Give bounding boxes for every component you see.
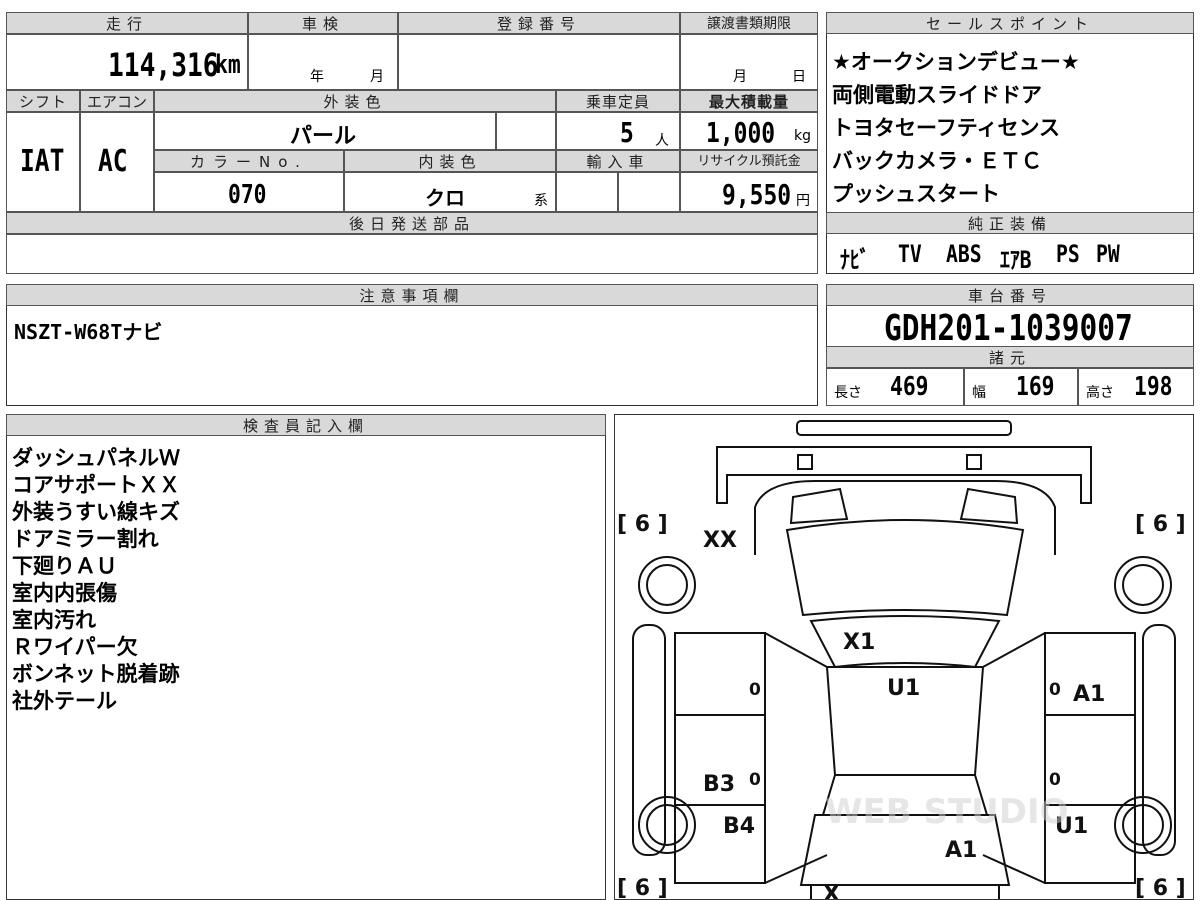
equipment-item: PW xyxy=(1096,240,1120,268)
max-load-unit: kg xyxy=(794,128,811,144)
tire-rl-label: [ 6 ] xyxy=(617,876,668,900)
mileage-unit: km xyxy=(215,50,241,80)
inspector-header: 検査員記入欄 xyxy=(6,414,606,436)
inspector-line: ドアミラー割れ xyxy=(12,527,159,551)
vehicle-diagram: [ 6 ] [ 6 ] [ 6 ] [ 6 ] XX X1 U1 A1 B3 B… xyxy=(617,420,1186,900)
mileage-header: 走行 xyxy=(6,12,248,34)
chassis-number: GDH201-1039007 xyxy=(884,308,1133,349)
interior-color-header: 内装色 xyxy=(344,150,556,172)
exterior-color-extra-cell xyxy=(496,112,556,150)
hood-mark: X1 xyxy=(843,630,875,655)
max-load-value: 1,000 xyxy=(706,116,776,149)
sales-point-line: 両側電動スライドドア xyxy=(832,83,1042,107)
shift-value: IAT xyxy=(20,144,65,179)
import-header: 輸入車 xyxy=(556,150,680,172)
later-parts-cell xyxy=(6,234,818,274)
chassis-header: 車台番号 xyxy=(826,284,1194,306)
transfer-month-unit: 月 xyxy=(733,69,747,85)
exterior-color-header: 外装色 xyxy=(154,90,556,112)
sales-points-list: ★オークションデビュー★ 両側電動スライドドア トヨタセーフティセンス バックカ… xyxy=(826,36,1194,212)
color-no-header: カラーNo. xyxy=(154,150,344,172)
sales-point-line: バックカメラ・ＥＴＣ xyxy=(832,149,1042,173)
sales-point-line: トヨタセーフティセンス xyxy=(832,116,1061,140)
specs-header: 諸元 xyxy=(826,346,1194,368)
tire-fl-label: [ 6 ] xyxy=(617,512,668,537)
right-front-door-mark: A1 xyxy=(1073,682,1105,707)
sales-point-line: プッシュスタート xyxy=(832,182,1000,206)
ac-value: AC xyxy=(98,144,128,179)
vehicle-diagram-panel: [ 6 ] [ 6 ] [ 6 ] [ 6 ] XX X1 U1 A1 B3 B… xyxy=(614,414,1194,900)
rear-mark: A1 xyxy=(945,838,977,863)
transfer-header: 譲渡書類期限 xyxy=(680,12,818,34)
diagram-labels: [ 6 ] [ 6 ] [ 6 ] [ 6 ] XX X1 U1 A1 B3 B… xyxy=(617,512,1186,900)
exterior-color-value: パール xyxy=(290,124,357,149)
tire-rr-label: [ 6 ] xyxy=(1135,876,1186,900)
shift-header: シフト xyxy=(6,90,80,112)
zero-mark: 0 xyxy=(1049,680,1061,700)
equipment-item: TV xyxy=(898,240,922,268)
equipment-item: ﾅﾋﾞ xyxy=(840,246,870,274)
registration-header: 登録番号 xyxy=(398,12,680,34)
later-parts-header: 後日発送部品 xyxy=(6,212,818,234)
capacity-header: 乗車定員 xyxy=(556,90,680,112)
equipment-item: PS xyxy=(1056,240,1080,268)
equipment-item: ｴｱB xyxy=(1000,246,1032,274)
watermark: WEB STUDIO xyxy=(825,792,1069,832)
tire-fr-label: [ 6 ] xyxy=(1135,512,1186,537)
inspector-line: ボンネット脱着跡 xyxy=(12,662,180,686)
notes-header: 注意事項欄 xyxy=(6,284,818,306)
sales-points-header: セールスポイント xyxy=(826,12,1194,34)
inspector-line: Ｒワイパー欠 xyxy=(12,635,138,659)
recycle-header: リサイクル預託金 xyxy=(680,150,818,172)
inspector-line: コアサポートＸＸ xyxy=(12,473,180,497)
inspector-list: ダッシュパネルＷ コアサポートＸＸ 外装うすい線キズ ドアミラー割れ 下廻りＡＵ… xyxy=(0,440,600,720)
zero-mark: 0 xyxy=(749,770,761,790)
front-left-mark: XX xyxy=(703,528,737,553)
left-rear-quarter-mark: B4 xyxy=(723,814,755,839)
interior-color-suffix: 系 xyxy=(534,193,548,209)
length-label: 長さ xyxy=(834,385,862,401)
inspection-year-unit: 年 xyxy=(310,69,324,85)
zero-mark: 0 xyxy=(749,680,761,700)
inspector-line: 外装うすい線キズ xyxy=(12,500,180,524)
interior-color-value: クロ xyxy=(425,186,465,210)
transfer-day-unit: 日 xyxy=(792,69,806,85)
bottom-mark: X xyxy=(823,882,840,900)
left-rear-door-mark: B3 xyxy=(703,772,735,797)
equipment-item: ABS xyxy=(946,240,982,268)
length-value: 469 xyxy=(890,372,929,402)
ac-header: エアコン xyxy=(80,90,154,112)
sales-point-line: ★オークションデビュー★ xyxy=(832,50,1080,74)
inspector-line: 室内汚れ xyxy=(12,608,96,632)
recycle-unit: 円 xyxy=(796,193,810,209)
zero-mark: 0 xyxy=(1049,770,1061,790)
inspector-line: ダッシュパネルＷ xyxy=(12,446,180,470)
width-label: 幅 xyxy=(972,385,986,401)
roof-mark: U1 xyxy=(887,676,920,701)
inspector-line: 社外テール xyxy=(12,689,117,713)
inspector-line: 室内内張傷 xyxy=(12,581,117,605)
import-cell-a xyxy=(556,172,618,212)
equipment-header: 純正装備 xyxy=(826,212,1194,234)
import-cell-b xyxy=(618,172,680,212)
recycle-value: 9,550 xyxy=(722,178,792,211)
inspection-header: 車検 xyxy=(248,12,398,34)
width-value: 169 xyxy=(1016,372,1055,402)
max-load-header: 最大積載量 xyxy=(680,90,818,112)
height-value: 198 xyxy=(1134,372,1173,402)
registration-cell xyxy=(398,34,680,90)
inspection-month-unit: 月 xyxy=(370,69,384,85)
height-label: 高さ xyxy=(1086,385,1114,401)
capacity-unit: 人 xyxy=(655,133,669,149)
inspector-line: 下廻りＡＵ xyxy=(12,554,117,578)
color-no-value: 070 xyxy=(228,180,267,210)
notes-text: NSZT-W68Tナビ xyxy=(14,320,163,344)
capacity-value: 5 xyxy=(620,116,634,149)
mileage-value: 114,316 xyxy=(108,46,219,84)
